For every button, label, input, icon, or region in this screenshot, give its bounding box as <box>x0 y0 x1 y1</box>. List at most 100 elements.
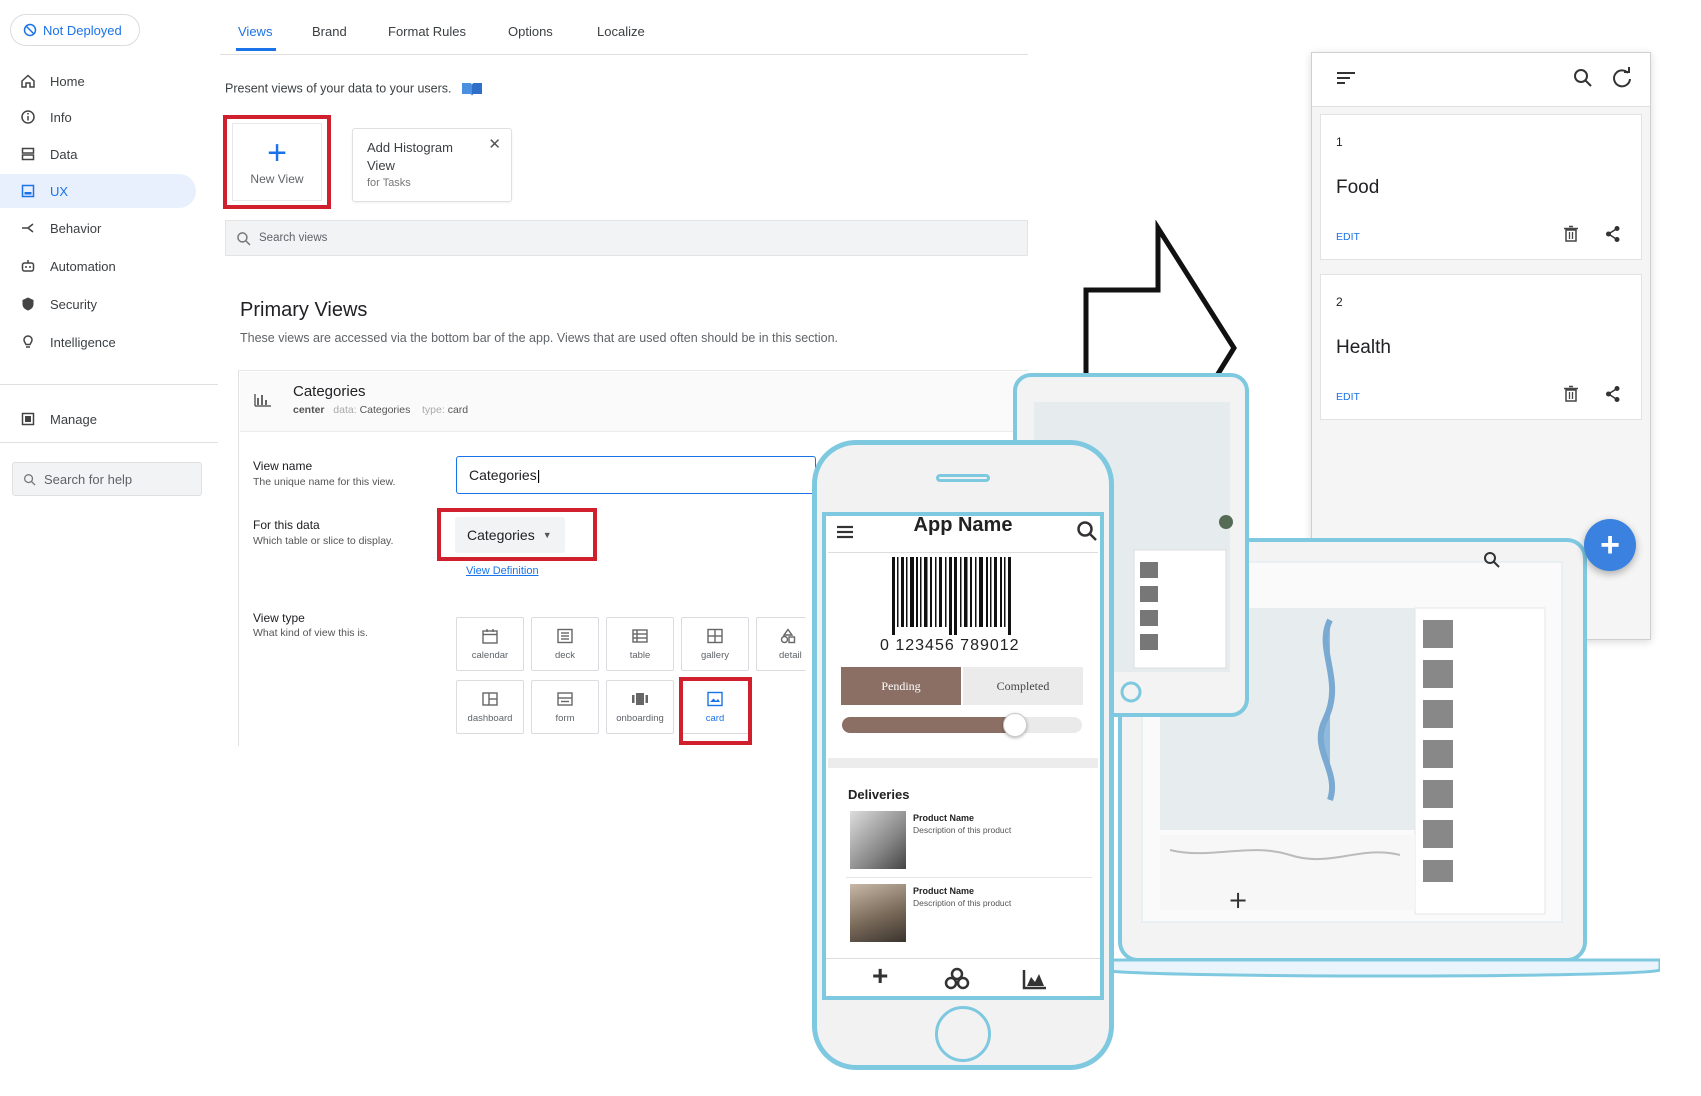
view-type-calendar[interactable]: calendar <box>456 617 524 671</box>
card-number: 2 <box>1336 295 1343 309</box>
view-data-value: Categories <box>359 404 411 416</box>
sidebar-item-label: Behavior <box>50 220 102 236</box>
svg-text:+: + <box>1228 886 1248 914</box>
sidebar-item-automation[interactable]: Automation <box>0 249 196 283</box>
for-data-help: Which table or slice to display. <box>253 535 394 547</box>
views-search-input[interactable]: Search views <box>225 220 1028 256</box>
sidebar-item-manage[interactable]: Manage <box>0 402 196 436</box>
view-type-detail[interactable]: detail <box>756 617 806 671</box>
edit-button[interactable]: EDIT <box>1336 231 1360 243</box>
for-data-label: For this data <box>253 518 320 532</box>
new-view-button[interactable]: + New View <box>232 123 322 201</box>
progress-slider-fill <box>842 717 1015 733</box>
view-type-dashboard[interactable]: dashboard <box>456 680 524 734</box>
view-type-label-gallery: gallery <box>701 649 729 661</box>
detail-icon <box>780 627 796 643</box>
sort-menu-icon[interactable] <box>1336 70 1356 86</box>
view-name-input[interactable]: Categories | <box>456 456 816 494</box>
view-type-label-calendar: calendar <box>471 649 509 661</box>
view-type-gallery[interactable]: gallery <box>681 617 749 671</box>
sidebar-item-label: Manage <box>50 411 97 427</box>
card-title: Food <box>1336 177 1380 198</box>
view-type-label-onboarding: onboarding <box>616 712 664 724</box>
view-type-value: card <box>447 404 469 416</box>
home-icon <box>21 74 35 88</box>
data-icon <box>21 147 35 161</box>
view-type-label-table: table <box>629 649 651 661</box>
product-description: Description of this product <box>913 825 1012 835</box>
add-fab-button[interactable]: + <box>1584 519 1636 571</box>
tab-localize[interactable]: Localize <box>597 24 645 39</box>
view-definition-link[interactable]: View Definition <box>466 565 539 577</box>
trash-icon[interactable] <box>1563 385 1579 403</box>
view-type-onboarding[interactable]: onboarding <box>606 680 674 734</box>
view-type-form[interactable]: form <box>531 680 599 734</box>
sidebar-item-intelligence[interactable]: Intelligence <box>0 325 196 359</box>
views-intro-text: Present views of your data to your users… <box>225 81 452 96</box>
card-type-highlight <box>679 677 752 745</box>
view-type-key: type: <box>422 404 445 416</box>
sidebar-item-security[interactable]: Security <box>0 287 196 321</box>
sidebar-item-home[interactable]: Home <box>0 64 196 98</box>
phone-bottom-bar-divider <box>826 958 1100 959</box>
phone-home-button <box>935 1006 991 1062</box>
product-name: Product Name <box>913 813 975 823</box>
for-data-select[interactable]: Categories ▼ <box>455 517 565 553</box>
product-thumbnail <box>850 811 906 869</box>
sidebar-item-label: Home <box>50 73 85 89</box>
completed-button: Completed <box>963 667 1083 705</box>
view-type-label-detail: detail <box>779 649 802 661</box>
views-search-placeholder: Search views <box>259 232 328 244</box>
tab-brand[interactable]: Brand <box>312 24 347 39</box>
sidebar-item-ux[interactable]: UX <box>0 174 196 208</box>
view-type-deck[interactable]: deck <box>531 617 599 671</box>
card-number: 1 <box>1336 135 1343 149</box>
sidebar-item-data[interactable]: Data <box>0 137 196 171</box>
view-title: Categories <box>293 383 366 400</box>
help-search-input[interactable]: Search for help <box>12 462 202 496</box>
view-name-value: Categories <box>469 467 537 483</box>
new-view-highlight: + New View <box>223 115 331 209</box>
sidebar-item-label: Info <box>50 109 72 125</box>
suggested-view-title: Add Histogram View <box>367 140 453 173</box>
mock-app-name: App Name <box>913 514 1013 536</box>
tab-views[interactable]: Views <box>238 24 272 39</box>
view-position: center <box>293 404 325 416</box>
tabs-divider <box>220 54 1028 55</box>
close-icon[interactable]: ✕ <box>488 135 501 153</box>
category-card[interactable]: 1 Food EDIT <box>1320 114 1642 260</box>
deployment-status-chip[interactable]: Not Deployed <box>10 14 140 46</box>
refresh-icon[interactable] <box>1611 67 1633 89</box>
view-panel-header[interactable] <box>240 372 1028 432</box>
list-divider <box>846 877 1092 878</box>
calendar-icon <box>482 628 498 644</box>
category-card[interactable]: 2 Health EDIT <box>1320 274 1642 420</box>
chart-icon <box>1022 970 1046 990</box>
barcode-image <box>892 557 1011 635</box>
suggested-view-card[interactable]: Add Histogram View for Tasks ✕ <box>352 128 512 202</box>
view-type-label-deck: deck <box>554 649 576 661</box>
sidebar-item-info[interactable]: Info <box>0 100 196 134</box>
sidebar-item-behavior[interactable]: Behavior <box>0 211 196 245</box>
tab-format-rules[interactable]: Format Rules <box>388 24 466 39</box>
card-title: Health <box>1336 337 1391 358</box>
plus-icon: + <box>872 960 889 991</box>
trash-icon[interactable] <box>1563 225 1579 243</box>
view-type-table[interactable]: table <box>606 617 674 671</box>
progress-slider-knob <box>1002 713 1027 737</box>
search-icon <box>1077 521 1097 541</box>
app-preview-toolbar <box>1312 53 1650 107</box>
deck-icon <box>557 628 573 643</box>
product-name: Product Name <box>913 886 975 896</box>
tab-options[interactable]: Options <box>508 24 553 39</box>
share-icon[interactable] <box>1605 225 1621 243</box>
shield-icon <box>22 297 34 311</box>
edit-button[interactable]: EDIT <box>1336 391 1360 403</box>
search-icon[interactable] <box>1573 68 1593 88</box>
search-icon <box>237 231 251 245</box>
onboarding-icon <box>632 692 648 705</box>
new-view-label: New View <box>250 172 304 186</box>
share-icon[interactable] <box>1605 385 1621 403</box>
book-icon[interactable] <box>461 81 483 97</box>
pending-button: Pending <box>841 667 961 705</box>
